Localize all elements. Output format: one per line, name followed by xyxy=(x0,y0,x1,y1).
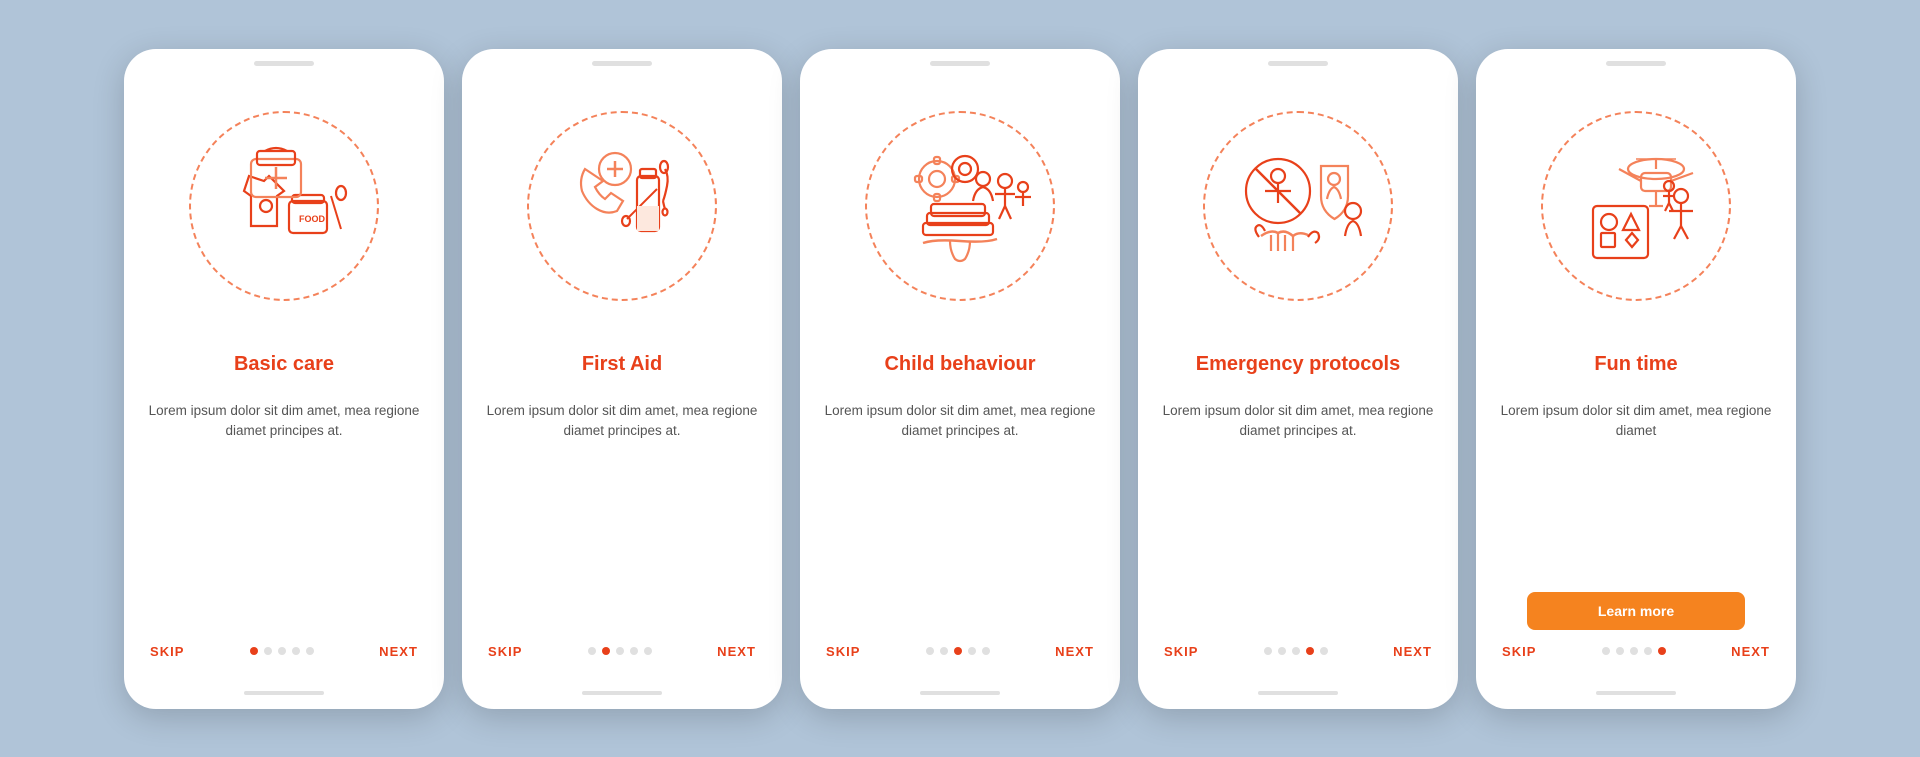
card-nav-child-behaviour: SKIP NEXT xyxy=(824,640,1096,663)
dot-4 xyxy=(1306,647,1314,655)
phone-card-emergency: Emergency protocols Lorem ipsum dolor si… xyxy=(1138,49,1458,709)
dots-emergency xyxy=(1264,647,1328,655)
skip-button-basic-care[interactable]: SKIP xyxy=(148,640,187,663)
dot-4 xyxy=(968,647,976,655)
card-desc-basic-care: Lorem ipsum dolor sit dim amet, mea regi… xyxy=(148,401,420,634)
illustration-first-aid xyxy=(507,91,737,321)
dot-5 xyxy=(1320,647,1328,655)
dashed-circle-5 xyxy=(1541,111,1731,301)
dots-fun-time xyxy=(1602,647,1666,655)
phone-card-child-behaviour: Child behaviour Lorem ipsum dolor sit di… xyxy=(800,49,1120,709)
dot-4 xyxy=(292,647,300,655)
dots-basic-care xyxy=(250,647,314,655)
skip-button-fun-time[interactable]: SKIP xyxy=(1500,640,1539,663)
dot-1 xyxy=(250,647,258,655)
screens-container: FOOD xyxy=(124,49,1796,709)
illustration-emergency xyxy=(1183,91,1413,321)
dot-2 xyxy=(1278,647,1286,655)
card-desc-child-behaviour: Lorem ipsum dolor sit dim amet, mea regi… xyxy=(824,401,1096,634)
phone-card-first-aid: First Aid Lorem ipsum dolor sit dim amet… xyxy=(462,49,782,709)
dot-1 xyxy=(1602,647,1610,655)
dots-first-aid xyxy=(588,647,652,655)
dot-5 xyxy=(644,647,652,655)
next-button-fun-time[interactable]: NEXT xyxy=(1729,640,1772,663)
dot-2 xyxy=(602,647,610,655)
card-nav-fun-time: SKIP NEXT xyxy=(1500,640,1772,663)
card-title-first-aid: First Aid xyxy=(582,339,662,391)
dot-2 xyxy=(264,647,272,655)
dot-1 xyxy=(1264,647,1272,655)
illustration-fun-time xyxy=(1521,91,1751,321)
dot-5 xyxy=(982,647,990,655)
card-nav-basic-care: SKIP NEXT xyxy=(148,640,420,663)
illustration-child-behaviour xyxy=(845,91,1075,321)
card-title-child-behaviour: Child behaviour xyxy=(884,339,1035,391)
dot-2 xyxy=(1616,647,1624,655)
dot-2 xyxy=(940,647,948,655)
illustration-basic-care: FOOD xyxy=(169,91,399,321)
skip-button-child-behaviour[interactable]: SKIP xyxy=(824,640,863,663)
dot-1 xyxy=(926,647,934,655)
skip-button-emergency[interactable]: SKIP xyxy=(1162,640,1201,663)
phone-card-basic-care: FOOD xyxy=(124,49,444,709)
next-button-child-behaviour[interactable]: NEXT xyxy=(1053,640,1096,663)
card-title-emergency: Emergency protocols xyxy=(1196,339,1401,391)
dot-5 xyxy=(306,647,314,655)
next-button-basic-care[interactable]: NEXT xyxy=(377,640,420,663)
card-nav-first-aid: SKIP NEXT xyxy=(486,640,758,663)
dot-4 xyxy=(630,647,638,655)
dot-3 xyxy=(616,647,624,655)
card-title-basic-care: Basic care xyxy=(234,339,334,391)
dot-3 xyxy=(954,647,962,655)
next-button-emergency[interactable]: NEXT xyxy=(1391,640,1434,663)
card-desc-emergency: Lorem ipsum dolor sit dim amet, mea regi… xyxy=(1162,401,1434,634)
dashed-circle-2 xyxy=(527,111,717,301)
dashed-circle-4 xyxy=(1203,111,1393,301)
dashed-circle-3 xyxy=(865,111,1055,301)
dots-child-behaviour xyxy=(926,647,990,655)
card-nav-emergency: SKIP NEXT xyxy=(1162,640,1434,663)
card-desc-first-aid: Lorem ipsum dolor sit dim amet, mea regi… xyxy=(486,401,758,634)
card-title-fun-time: Fun time xyxy=(1594,339,1677,391)
dot-3 xyxy=(1292,647,1300,655)
card-desc-fun-time: Lorem ipsum dolor sit dim amet, mea regi… xyxy=(1500,401,1772,584)
dashed-circle-1 xyxy=(189,111,379,301)
phone-card-fun-time: Fun time Lorem ipsum dolor sit dim amet,… xyxy=(1476,49,1796,709)
skip-button-first-aid[interactable]: SKIP xyxy=(486,640,525,663)
dot-4 xyxy=(1644,647,1652,655)
dot-1 xyxy=(588,647,596,655)
learn-more-button[interactable]: Learn more xyxy=(1527,592,1745,630)
dot-5 xyxy=(1658,647,1666,655)
next-button-first-aid[interactable]: NEXT xyxy=(715,640,758,663)
dot-3 xyxy=(1630,647,1638,655)
dot-3 xyxy=(278,647,286,655)
